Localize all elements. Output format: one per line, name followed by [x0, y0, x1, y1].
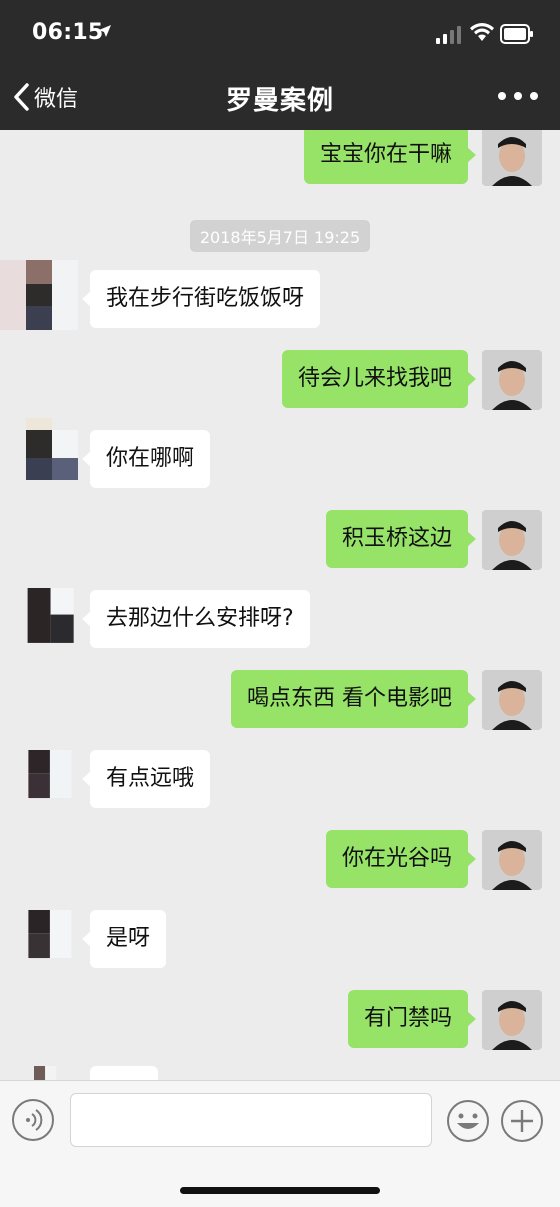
top-bar: 06:15 微信 罗曼案例 [0, 0, 560, 130]
my-avatar[interactable] [482, 830, 542, 890]
emoji-icon[interactable] [446, 1099, 490, 1143]
blurred-avatar-image [28, 910, 72, 959]
message-bubble-incoming-partial[interactable] [90, 1066, 158, 1080]
message-bubble-outgoing[interactable]: 你在光谷吗 [325, 830, 477, 888]
battery-icon [500, 24, 533, 44]
message-row-outgoing: 积玉桥这边 [0, 510, 560, 570]
voice-icon [26, 1109, 43, 1131]
my-avatar[interactable] [482, 350, 542, 410]
my-avatar[interactable] [482, 130, 542, 186]
message-row-outgoing: 你在光谷吗 [0, 830, 560, 890]
message-row-outgoing: 有门禁吗 [0, 990, 560, 1050]
navigation-bar: 微信 罗曼案例 [0, 64, 560, 130]
message-text-input[interactable] [70, 1093, 432, 1147]
dot-icon [514, 92, 522, 100]
wifi-icon [470, 23, 494, 41]
message-bubble-incoming[interactable]: 我在步行街吃饭饭呀 [81, 270, 321, 328]
message-row-incoming-partial [0, 1066, 560, 1080]
chat-area[interactable]: 宝宝你在干嘛 2018年5月7日 19:25 我在步行街吃饭饭呀 待会儿来找我吧… [0, 130, 560, 1080]
message-bubble-incoming[interactable]: 是呀 [81, 910, 167, 968]
message-bubble-incoming[interactable]: 去那边什么安排呀? [82, 590, 310, 648]
my-avatar[interactable] [482, 670, 542, 730]
voice-input-button[interactable] [12, 1099, 54, 1141]
status-time: 06:15 [32, 20, 104, 45]
my-avatar[interactable] [482, 510, 542, 570]
message-bubble-outgoing[interactable]: 宝宝你在干嘛 [303, 130, 477, 184]
chat-title: 罗曼案例 [225, 86, 334, 116]
message-row-incoming: 是呀 [0, 910, 560, 968]
message-input-bar [0, 1080, 560, 1207]
status-bar: 06:15 [0, 0, 560, 64]
message-row-incoming: 去那边什么安排呀? [0, 588, 560, 648]
blurred-avatar-image [34, 1066, 57, 1080]
message-bubble-incoming[interactable]: 有点远哦 [81, 750, 211, 808]
message-bubble-incoming[interactable]: 你在哪啊 [81, 430, 211, 488]
dot-icon [498, 92, 506, 100]
message-row-outgoing: 宝宝你在干嘛 [0, 130, 560, 186]
message-timestamp: 2018年5月7日 19:25 [0, 220, 560, 252]
blurred-avatar-image [0, 260, 78, 330]
message-row-outgoing: 待会儿来找我吧 [0, 350, 560, 410]
message-row-incoming: 我在步行街吃饭饭呀 [0, 260, 560, 330]
message-bubble-outgoing[interactable]: 积玉桥这边 [325, 510, 477, 568]
blurred-avatar-image [27, 588, 74, 643]
my-avatar[interactable] [482, 990, 542, 1050]
plus-icon[interactable] [500, 1099, 544, 1143]
location-arrow-icon [99, 25, 111, 37]
message-bubble-outgoing[interactable]: 喝点东西 看个电影吧 [231, 670, 476, 728]
more-options-button[interactable] [498, 86, 538, 106]
message-bubble-outgoing[interactable]: 有门禁吗 [347, 990, 477, 1048]
message-row-incoming: 有点远哦 [0, 750, 560, 808]
cellular-signal-icon [436, 26, 461, 44]
blurred-avatar-image [26, 418, 78, 480]
home-indicator [180, 1187, 380, 1194]
blurred-avatar-image [28, 750, 72, 799]
message-row-outgoing: 喝点东西 看个电影吧 [0, 670, 560, 730]
dot-icon [530, 92, 538, 100]
message-row-incoming: 你在哪啊 [0, 418, 560, 488]
message-bubble-outgoing[interactable]: 待会儿来找我吧 [281, 350, 477, 408]
